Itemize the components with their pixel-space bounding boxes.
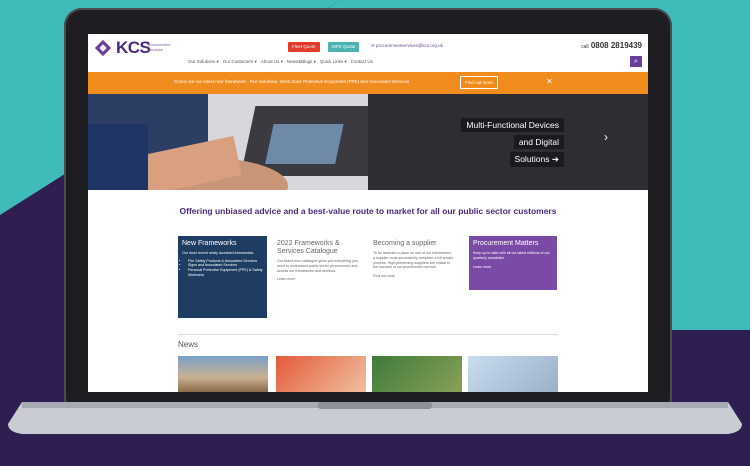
- nav-contact-us[interactable]: Contact Us: [351, 59, 373, 65]
- news-heading: News: [178, 340, 199, 349]
- hero-caption-text: Solutions: [514, 154, 550, 164]
- card-title: Becoming a supplier: [373, 240, 437, 247]
- hero-slider: Multi-Functional Devices and Digital Sol…: [88, 94, 648, 190]
- card-title: 2022 Frameworks & Services Catalogue: [277, 240, 340, 255]
- fleet-quote-button[interactable]: Fleet Quote: [288, 42, 320, 52]
- card-body: Keep up to date with all our latest edit…: [473, 251, 550, 260]
- logo-text[interactable]: KCS: [116, 38, 151, 58]
- card-body: To be awarded a place on one of our fram…: [373, 251, 454, 270]
- nav-our-customers[interactable]: Our Customers ▾: [223, 59, 257, 65]
- card-new-frameworks[interactable]: New Frameworks Our most recent newly lau…: [178, 236, 267, 318]
- learn-more-link[interactable]: Learn more: [277, 277, 358, 281]
- card-becoming-supplier[interactable]: Becoming a supplier To be awarded a plac…: [369, 236, 458, 318]
- divider: [178, 334, 558, 335]
- hero-caption-line-3[interactable]: Solutions ➔: [509, 152, 564, 167]
- site-header: KCS procurement services Fleet Quote MFD…: [88, 34, 648, 70]
- search-icon[interactable]: ⌕: [630, 56, 642, 67]
- close-icon[interactable]: ✕: [546, 77, 553, 86]
- logo-subtitle: procurement services: [148, 42, 171, 52]
- news-thumbnail[interactable]: [468, 356, 558, 392]
- email-link[interactable]: ✉ procurementservices@kcs.org.uk: [371, 43, 443, 49]
- phone-text: 0808 2819439: [590, 41, 642, 50]
- nav-quick-links[interactable]: Quick Links ▾: [320, 59, 347, 65]
- nav-our-solutions[interactable]: Our Solutions ▾: [188, 59, 219, 65]
- main-nav: Our Solutions ▾ Our Customers ▾ About Us…: [188, 59, 373, 65]
- hero-caption-line-2: and Digital: [513, 135, 564, 149]
- nav-news-blogs[interactable]: News&Blogs ▾: [287, 59, 316, 65]
- mfd-quote-button[interactable]: MFD Quote: [328, 42, 360, 52]
- hero-image: [88, 94, 648, 190]
- card-title: New Frameworks: [182, 240, 237, 247]
- card-body: Our brand new catalogue gives you everyt…: [277, 259, 358, 273]
- learn-more-link[interactable]: Learn more: [473, 265, 553, 269]
- list-item[interactable]: Personal Protective Equipment (PPE) & Sa…: [188, 268, 263, 277]
- banner-text: Check out our latest new framework - Fir…: [174, 79, 410, 84]
- laptop-base-shape: [8, 402, 742, 434]
- laptop-base: [8, 402, 742, 442]
- kcs-logo-icon[interactable]: [94, 39, 112, 57]
- card-catalogue[interactable]: 2022 Frameworks & Services Catalogue Our…: [273, 236, 362, 318]
- email-text: procurementservices@kcs.org.uk: [376, 43, 443, 48]
- news-thumbnail[interactable]: [276, 356, 366, 392]
- news-thumbnail[interactable]: [372, 356, 462, 392]
- find-out-more-link[interactable]: Find out more: [373, 274, 454, 278]
- hero-caption-line-1: Multi-Functional Devices: [461, 118, 564, 132]
- card-procurement-matters[interactable]: Procurement Matters Keep up to date with…: [469, 236, 557, 290]
- framework-list: Fire Safety Products & Associated Servic…: [188, 259, 263, 277]
- chevron-right-icon[interactable]: ›: [604, 130, 608, 144]
- find-out-more-button[interactable]: Find out more: [460, 76, 498, 89]
- news-thumbnail[interactable]: [178, 356, 268, 392]
- card-title: Procurement Matters: [473, 240, 539, 247]
- card-intro: Our most recent newly launched framework…: [182, 251, 255, 255]
- arrow-right-circle-icon: ➔: [551, 154, 559, 164]
- laptop-screen: KCS procurement services Fleet Quote MFD…: [88, 34, 648, 392]
- page-tagline: Offering unbiased advice and a best-valu…: [179, 206, 557, 216]
- phone-number[interactable]: call 0808 2819439: [581, 41, 642, 50]
- phone-label: call: [581, 44, 589, 50]
- nav-about-us[interactable]: About Us ▾: [261, 59, 283, 65]
- announcement-banner: Check out our latest new framework - Fir…: [88, 72, 648, 94]
